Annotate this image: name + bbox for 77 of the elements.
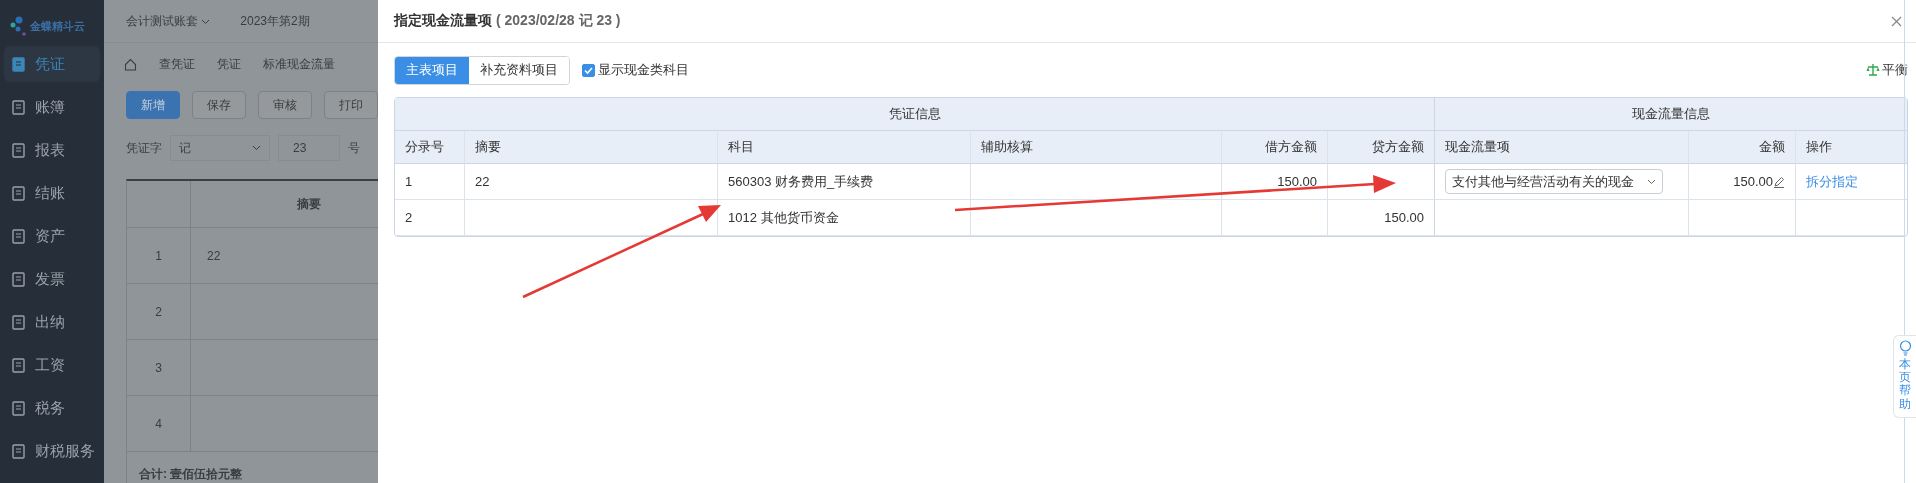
toolbar-button[interactable]: 新增 <box>126 91 180 119</box>
table-cell: 150.00 <box>1384 210 1424 225</box>
row-number: 3 <box>155 360 162 375</box>
edit-icon[interactable] <box>1773 175 1785 188</box>
field-label: 凭证字 <box>126 139 162 157</box>
help-tab[interactable]: 本页帮助 <box>1893 335 1916 418</box>
home-icon[interactable] <box>124 57 137 71</box>
row-number: 1 <box>155 248 162 263</box>
balance-status: 平衡 <box>1882 61 1908 79</box>
column-header: 摘要 <box>475 138 501 156</box>
period-label: 2023年第2期 <box>240 12 310 30</box>
column-header: 摘要 <box>297 195 321 213</box>
document-icon <box>12 400 25 416</box>
document-icon <box>12 142 25 158</box>
sidebar-item[interactable]: 报表 <box>4 132 100 168</box>
chevron-down-icon <box>201 18 211 25</box>
toolbar-button[interactable]: 打印 <box>324 91 378 119</box>
sidebar-item[interactable]: 资产 <box>4 218 100 254</box>
document-icon <box>12 56 25 72</box>
column-header: 分录号 <box>405 138 444 156</box>
group-header: 现金流量信息 <box>1632 105 1710 123</box>
sidebar-item[interactable]: 账簿 <box>4 89 100 125</box>
column-header: 借方金额 <box>1265 138 1317 156</box>
page-tab[interactable]: 凭证 <box>217 55 241 73</box>
chevron-down-icon <box>1647 178 1656 185</box>
close-icon[interactable] <box>1891 15 1902 27</box>
table-cell: 1012 其他货币资金 <box>728 208 839 227</box>
split-link[interactable]: 拆分指定 <box>1806 172 1858 191</box>
table-cell: 1 <box>405 174 413 189</box>
document-icon <box>12 357 25 373</box>
segment-tab[interactable]: 主表项目 <box>395 56 469 84</box>
voucher-word-select[interactable]: 记 <box>170 135 270 161</box>
table-cell: 2 <box>405 210 413 225</box>
column-header: 科目 <box>728 138 754 156</box>
sidebar-item[interactable]: 税务 <box>4 390 100 426</box>
sidebar-item[interactable]: 出纳 <box>4 304 100 340</box>
table-cell: 22 <box>475 174 490 189</box>
document-icon <box>12 443 25 459</box>
sidebar-item[interactable]: 财税服务 <box>4 433 100 469</box>
table-cell: 22 <box>207 248 221 263</box>
balance-icon <box>1866 63 1880 77</box>
group-header: 凭证信息 <box>888 105 941 123</box>
sidebar-item[interactable]: 凭证 <box>4 46 100 82</box>
sidebar-item[interactable]: 发票 <box>4 261 100 297</box>
column-header: 操作 <box>1806 138 1832 156</box>
checkbox-label[interactable]: 显示现金类科目 <box>598 61 689 79</box>
document-icon <box>12 99 25 115</box>
document-icon <box>12 271 25 287</box>
cash-flow-select[interactable]: 支付其他与经营活动有关的现金 <box>1445 169 1663 194</box>
column-header: 现金流量项 <box>1445 138 1510 156</box>
document-icon <box>12 314 25 330</box>
column-header: 辅助核算 <box>981 138 1033 156</box>
dialog-title: 指定现金流量项 ( 2023/02/28 记 23 ) <box>394 12 621 30</box>
document-icon <box>12 185 25 201</box>
column-header: 贷方金额 <box>1372 138 1424 156</box>
table-cell: 560303 财务费用_手续费 <box>728 172 874 191</box>
lightbulb-icon <box>1898 340 1912 356</box>
field-label: 号 <box>348 139 360 157</box>
sidebar-item[interactable]: 工资 <box>4 347 100 383</box>
chevron-down-icon <box>252 145 261 151</box>
page-tab[interactable]: 查凭证 <box>159 55 195 73</box>
toolbar-button[interactable]: 保存 <box>192 91 246 119</box>
voucher-number-field[interactable]: 23 <box>278 135 340 161</box>
toolbar-button[interactable]: 审核 <box>258 91 312 119</box>
table-cell: 150.00 <box>1733 174 1773 189</box>
row-number: 4 <box>155 416 162 431</box>
total-text: 合计: 壹佰伍拾元整 <box>138 466 244 483</box>
account-book-selector[interactable]: 会计测试账套 <box>126 12 211 30</box>
column-header: 金额 <box>1759 138 1785 156</box>
page-tab[interactable]: 标准现金流量 <box>263 55 335 73</box>
document-icon <box>12 228 25 244</box>
table-cell: 150.00 <box>1277 174 1317 189</box>
row-number: 2 <box>155 304 162 319</box>
sidebar-item[interactable]: 结账 <box>4 175 100 211</box>
logo-icon <box>10 16 26 36</box>
logo-text: 金蝶精斗云 <box>30 18 85 34</box>
checkbox[interactable] <box>582 63 595 77</box>
